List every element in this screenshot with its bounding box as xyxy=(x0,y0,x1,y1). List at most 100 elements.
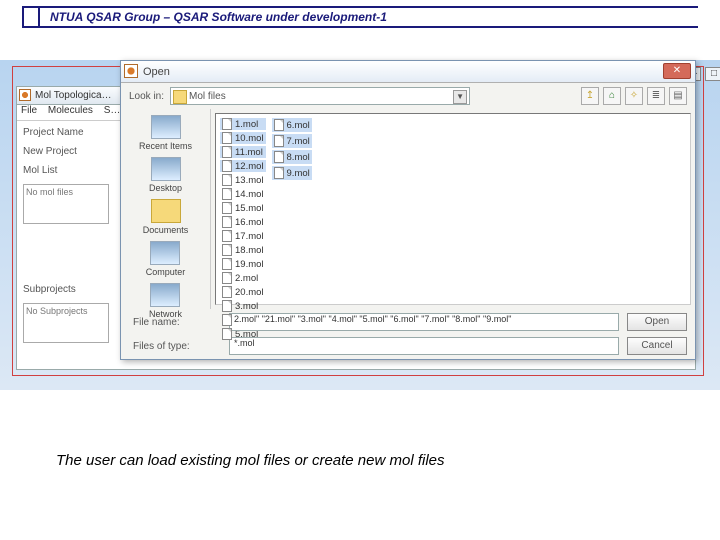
file-icon xyxy=(222,314,232,326)
computer-icon xyxy=(150,241,180,265)
file-name: 1.mol xyxy=(235,119,258,130)
file-name: 15.mol xyxy=(235,203,264,214)
file-type-label: Files of type: xyxy=(129,341,221,352)
file-icon xyxy=(274,135,284,147)
mol-list-box[interactable]: No mol files xyxy=(23,184,109,224)
file-item[interactable]: 16.mol xyxy=(220,216,266,228)
open-dialog-title: Open xyxy=(143,66,170,78)
new-folder-icon[interactable]: ✧ xyxy=(625,87,643,105)
place-label: Computer xyxy=(146,267,186,277)
file-item[interactable]: 9.mol xyxy=(272,166,312,180)
file-name: 3.mol xyxy=(235,301,258,312)
file-icon xyxy=(222,286,232,298)
file-name: 10.mol xyxy=(235,133,264,144)
file-name: 12.mol xyxy=(235,161,264,172)
file-name-input[interactable]: 2.mol" "21.mol" "3.mol" "4.mol" "5.mol" … xyxy=(229,313,619,331)
java-icon xyxy=(124,64,138,78)
file-item[interactable]: 11.mol xyxy=(220,146,266,158)
file-icon xyxy=(222,118,232,130)
place-computer[interactable]: Computer xyxy=(146,241,186,277)
home-icon[interactable]: ⌂ xyxy=(603,87,621,105)
file-item[interactable]: 18.mol xyxy=(220,244,266,256)
place-label: Documents xyxy=(143,225,189,235)
file-icon xyxy=(222,160,232,172)
place-recent[interactable]: Recent Items xyxy=(139,115,192,151)
file-name: 7.mol xyxy=(287,136,310,147)
file-name: 2.mol xyxy=(235,273,258,284)
chevron-down-icon[interactable]: ▼ xyxy=(453,90,467,104)
subprojects-box[interactable]: No Subprojects xyxy=(23,303,109,343)
file-icon xyxy=(274,119,284,131)
menu-file[interactable]: File xyxy=(21,105,37,116)
file-icon xyxy=(222,230,232,242)
list-view-icon[interactable]: ≣ xyxy=(647,87,665,105)
cancel-button[interactable]: Cancel xyxy=(627,337,687,355)
file-name: 17.mol xyxy=(235,231,264,242)
mol-topo-title: Mol Topologica… xyxy=(35,90,112,101)
file-name: 6.mol xyxy=(287,120,310,131)
documents-icon xyxy=(151,199,181,223)
file-name: 16.mol xyxy=(235,217,264,228)
file-name: 14.mol xyxy=(235,189,264,200)
file-name: 20.mol xyxy=(235,287,264,298)
file-name: 11.mol xyxy=(235,147,263,158)
file-icon xyxy=(222,328,232,340)
recent-icon xyxy=(151,115,181,139)
file-item[interactable]: 14.mol xyxy=(220,188,266,200)
look-in-label: Look in: xyxy=(129,91,164,102)
file-name: 18.mol xyxy=(235,245,264,256)
menu-s[interactable]: S… xyxy=(104,105,121,116)
look-in-combo[interactable]: Mol files ▼ xyxy=(170,87,470,105)
java-icon xyxy=(19,89,31,101)
file-item[interactable]: 1.mol xyxy=(220,118,266,130)
network-icon xyxy=(150,283,180,307)
file-icon xyxy=(222,216,232,228)
slide-title: NTUA QSAR Group – QSAR Software under de… xyxy=(22,6,698,28)
file-icon xyxy=(222,272,232,284)
file-item[interactable]: 17.mol xyxy=(220,230,266,242)
file-type-combo[interactable]: *.mol xyxy=(229,337,619,355)
file-item[interactable]: 8.mol xyxy=(272,150,312,164)
file-item[interactable]: 2.mol xyxy=(220,272,266,284)
file-icon xyxy=(222,300,232,312)
file-icon xyxy=(222,174,232,186)
file-item[interactable]: 3.mol xyxy=(220,300,266,312)
file-name-label: File name: xyxy=(129,317,221,328)
details-view-icon[interactable]: ▤ xyxy=(669,87,687,105)
file-item[interactable]: 7.mol xyxy=(272,134,312,148)
look-in-value: Mol files xyxy=(189,91,226,102)
place-desktop[interactable]: Desktop xyxy=(149,157,182,193)
open-button[interactable]: Open xyxy=(627,313,687,331)
open-dialog: Open ✕ Look in: Mol files ▼ ↥ ⌂ ✧ ≣ ▤ Re… xyxy=(120,60,696,360)
place-network[interactable]: Network xyxy=(149,283,182,319)
file-name: 19.mol xyxy=(235,259,264,270)
file-item[interactable]: 13.mol xyxy=(220,174,266,186)
file-item[interactable]: 19.mol xyxy=(220,258,266,270)
file-name: 9.mol xyxy=(287,168,310,179)
file-list-area[interactable]: 1.mol 10.mol 11.mol 12.mol 13.mol 14.mol 15.mo… xyxy=(215,113,691,305)
file-item[interactable]: 12.mol xyxy=(220,160,266,172)
file-item[interactable]: 15.mol xyxy=(220,202,266,214)
places-sidebar: Recent Items Desktop Documents Computer … xyxy=(121,109,211,309)
place-documents[interactable]: Documents xyxy=(143,199,189,235)
file-icon xyxy=(222,132,232,144)
file-item[interactable]: 10.mol xyxy=(220,132,266,144)
place-label: Recent Items xyxy=(139,141,192,151)
file-icon xyxy=(222,244,232,256)
file-icon xyxy=(274,151,284,163)
file-icon xyxy=(222,146,232,158)
file-item[interactable]: 6.mol xyxy=(272,118,312,132)
file-name: 8.mol xyxy=(287,152,310,163)
open-dialog-titlebar: Open ✕ xyxy=(121,61,695,83)
file-name: 13.mol xyxy=(235,175,264,186)
file-icon xyxy=(222,258,232,270)
file-item[interactable]: 20.mol xyxy=(220,286,266,298)
up-folder-icon[interactable]: ↥ xyxy=(581,87,599,105)
desktop-icon xyxy=(151,157,181,181)
place-label: Desktop xyxy=(149,183,182,193)
file-icon xyxy=(274,167,284,179)
close-button[interactable]: ✕ xyxy=(663,63,691,79)
menu-molecules[interactable]: Molecules xyxy=(48,105,93,116)
maximize-button[interactable]: □ xyxy=(705,67,720,81)
file-icon xyxy=(222,188,232,200)
